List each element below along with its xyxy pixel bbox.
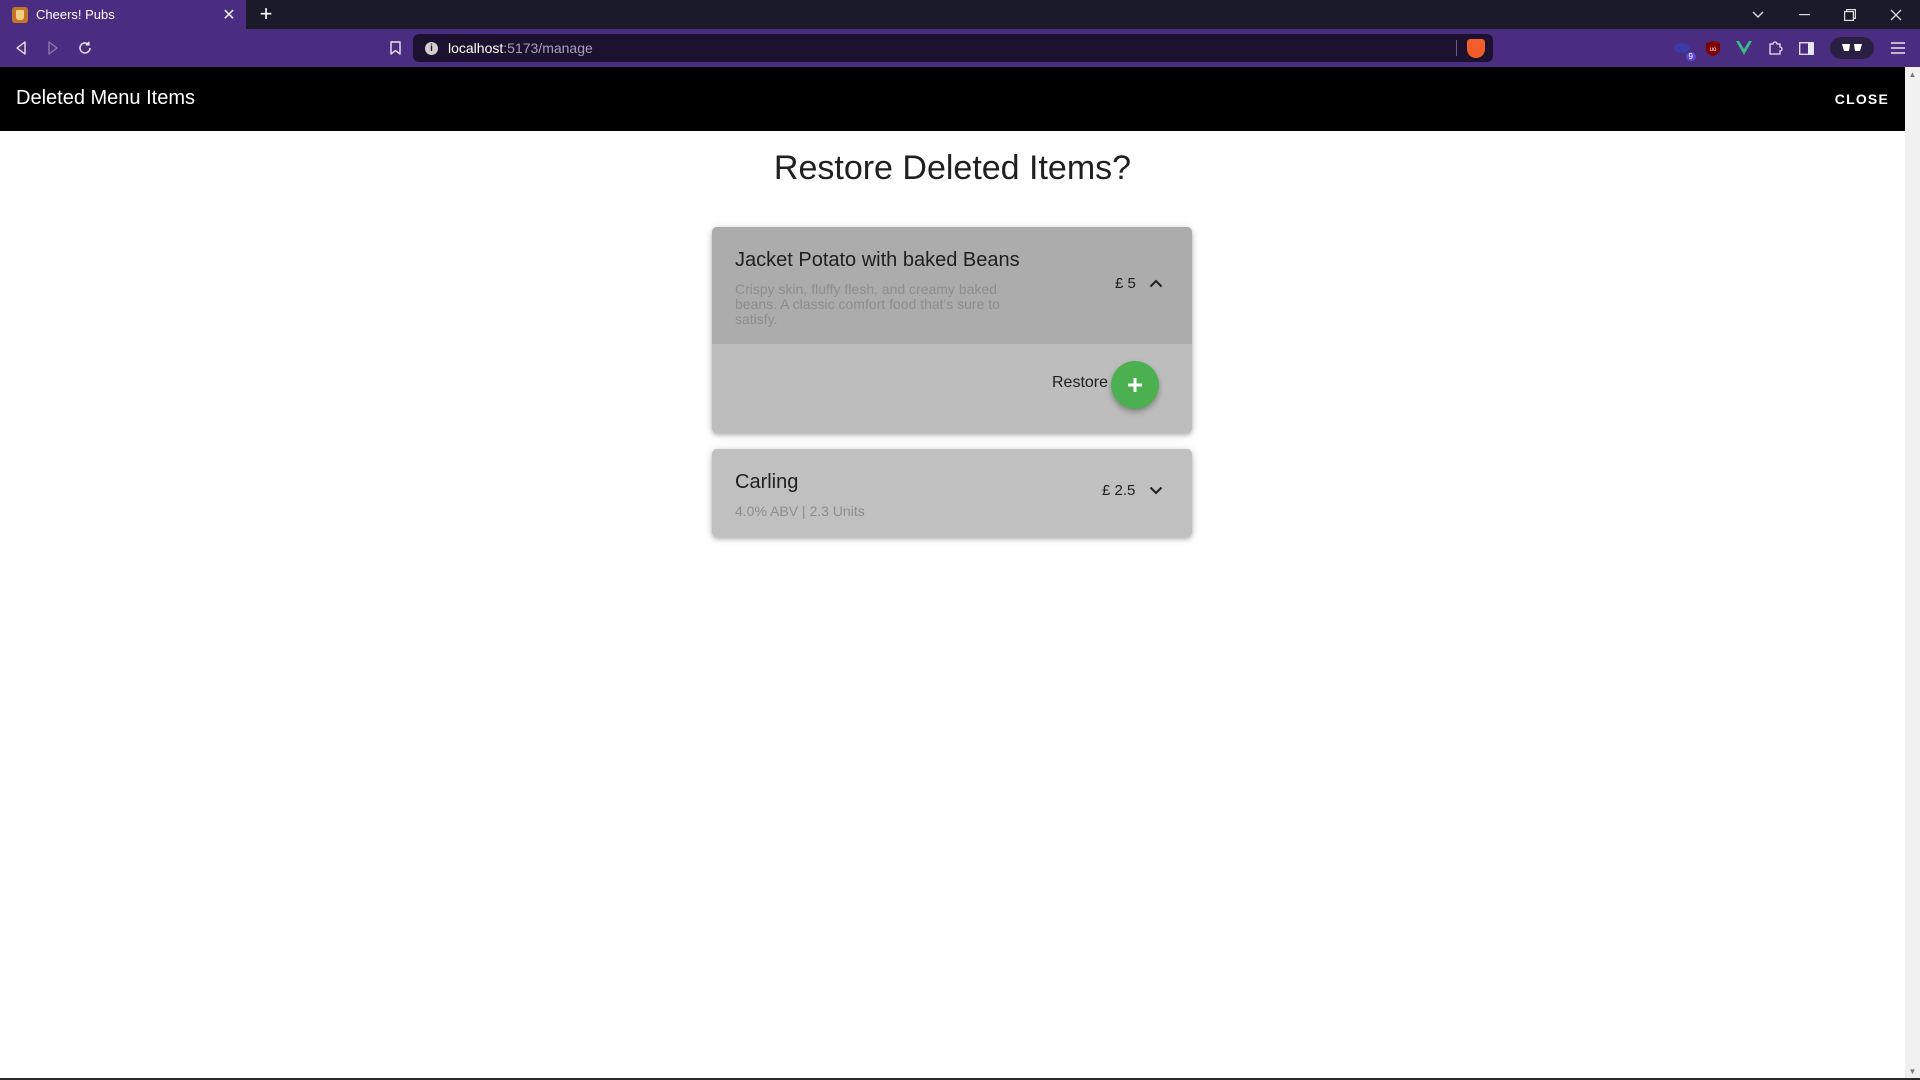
item-price: £ 2.5: [1102, 482, 1136, 499]
ublock-icon[interactable]: uo: [1701, 36, 1725, 60]
restore-button[interactable]: [1111, 361, 1159, 409]
item-card-header[interactable]: Jacket Potato with baked Beans Crispy sk…: [712, 227, 1192, 344]
item-card-actions: Restore: [712, 344, 1192, 433]
new-tab-icon[interactable]: +: [254, 1, 278, 26]
url-host: localhost: [448, 40, 504, 56]
chevron-down-icon[interactable]: [1145, 479, 1167, 501]
deleted-item-card: Carling 4.0% ABV | 2.3 Units £ 2.5: [712, 449, 1192, 537]
tab-title: Cheers! Pubs: [36, 7, 115, 22]
forward-icon[interactable]: [40, 35, 66, 61]
browser-tab-bar: Cheers! Pubs ✕ +: [0, 0, 1920, 29]
page-scrollbar[interactable]: ▲ ▼: [1905, 67, 1920, 1078]
beer-favicon-icon: [12, 6, 28, 23]
back-icon[interactable]: [8, 35, 34, 61]
scroll-down-icon[interactable]: ▼: [1905, 1064, 1920, 1078]
wallet-icon[interactable]: [1830, 37, 1874, 59]
extensions-puzzle-icon[interactable]: [1763, 36, 1787, 60]
url-path: :5173/manage: [503, 40, 593, 56]
restore-label: Restore: [1052, 374, 1109, 391]
browser-menu-icon[interactable]: [1886, 36, 1910, 60]
tab-close-icon[interactable]: ✕: [218, 4, 240, 26]
app-bar: Deleted Menu Items CLOSE: [0, 67, 1905, 131]
vue-devtools-icon[interactable]: [1732, 36, 1756, 60]
restore-window-icon[interactable]: [1830, 0, 1870, 29]
minimize-icon[interactable]: [1784, 0, 1824, 29]
plus-icon: [1128, 378, 1142, 392]
page-content: Deleted Menu Items CLOSE Restore Deleted…: [0, 67, 1905, 1078]
dialog-title: Deleted Menu Items: [16, 87, 195, 109]
close-window-icon[interactable]: [1876, 0, 1916, 29]
extension-icon[interactable]: 9: [1670, 36, 1696, 61]
close-button[interactable]: CLOSE: [1833, 89, 1891, 109]
ublock-label: uo: [1710, 47, 1717, 53]
deleted-item-card: Jacket Potato with baked Beans Crispy sk…: [712, 227, 1192, 433]
scroll-up-icon[interactable]: ▲: [1905, 67, 1920, 81]
item-description: 4.0% ABV | 2.3 Units: [735, 503, 865, 519]
site-info-icon[interactable]: i: [425, 41, 438, 55]
address-bar[interactable]: i localhost:5173/manage: [413, 34, 1493, 62]
item-description: Crispy skin, fluffy flesh, and creamy ba…: [735, 281, 1000, 327]
extension-badge: 9: [1685, 52, 1696, 61]
url-divider: [1456, 40, 1457, 56]
chevron-up-icon[interactable]: [1145, 272, 1167, 294]
tab-list-chevron-icon[interactable]: [1738, 0, 1778, 29]
browser-tab[interactable]: Cheers! Pubs ✕: [0, 0, 246, 29]
item-name: Carling: [735, 471, 799, 493]
item-name: Jacket Potato with baked Beans: [735, 249, 1020, 271]
brave-shield-icon[interactable]: [1467, 39, 1485, 58]
page-heading: Restore Deleted Items?: [773, 149, 1132, 187]
sidebar-toggle-icon[interactable]: [1794, 36, 1818, 60]
item-price: £ 5: [1115, 275, 1136, 292]
browser-toolbar: i localhost:5173/manage 9 uo: [0, 29, 1920, 67]
item-card-header[interactable]: Carling 4.0% ABV | 2.3 Units £ 2.5: [712, 449, 1192, 537]
bookmark-icon[interactable]: [382, 35, 408, 61]
reload-icon[interactable]: [72, 35, 98, 61]
